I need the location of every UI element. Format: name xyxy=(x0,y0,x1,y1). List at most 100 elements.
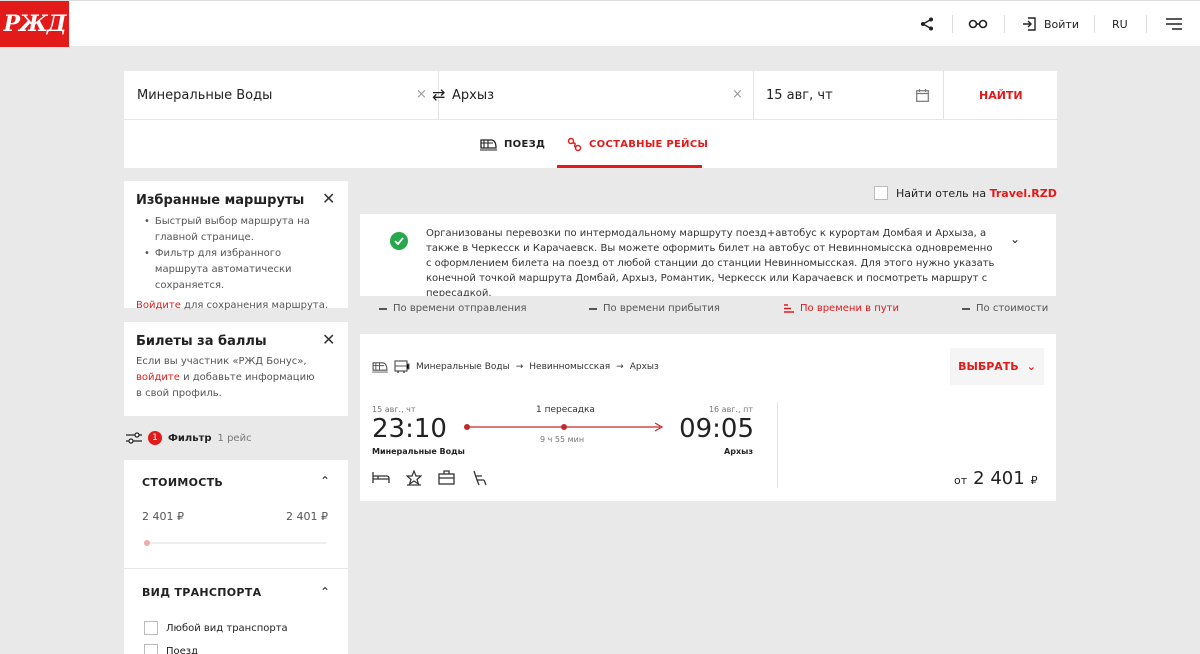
transport-option-train[interactable]: Поезд xyxy=(144,644,198,654)
hotel-label: Найти отель на xyxy=(896,186,990,200)
chevron-up-icon[interactable]: ⌃ xyxy=(320,585,330,599)
dash-icon xyxy=(589,307,597,310)
price-slider-handle[interactable] xyxy=(144,540,150,546)
list-item: • Фильтр для избранного маршрута автомати… xyxy=(144,246,336,294)
points-title: Билеты за баллы xyxy=(136,334,267,349)
currency: ₽ xyxy=(1030,474,1038,487)
calendar-icon[interactable] xyxy=(916,89,929,102)
filter-count: 1 рейс xyxy=(217,432,252,444)
transport-option-label: Любой вид транспорта xyxy=(166,622,288,634)
divider xyxy=(952,15,953,33)
language-label: RU xyxy=(1112,17,1128,31)
dash-icon xyxy=(379,307,387,310)
favorites-bullet: Быстрый выбор маршрута на главной страни… xyxy=(154,216,310,243)
to-field[interactable]: Архыз xyxy=(452,71,494,119)
transport-filter-title: ВИД ТРАНСПОРТА xyxy=(142,586,262,599)
train-icon xyxy=(480,138,497,151)
chevron-up-icon[interactable]: ⌃ xyxy=(320,474,330,488)
favorites-panel: Избранные маршруты ✕ • Быстрый выбор марш… xyxy=(124,181,348,311)
favorites-title: Избранные маршруты xyxy=(136,193,305,208)
favorites-bullet: Фильтр для избранного маршрута автоматич… xyxy=(154,248,292,291)
sort-label: По времени прибытия xyxy=(603,303,720,314)
route-icon xyxy=(567,137,582,151)
sliders-icon xyxy=(126,432,142,444)
route-station: Минеральные Воды xyxy=(416,361,510,372)
chevron-down-icon[interactable]: ⌄ xyxy=(1010,232,1020,246)
transport-filter: ВИД ТРАНСПОРТА ⌃ Любой вид транспорта По… xyxy=(124,569,348,654)
accessibility-button[interactable] xyxy=(968,1,988,47)
arrow-right-icon: → xyxy=(515,361,524,372)
star-icon xyxy=(406,470,422,486)
sort-label: По времени в пути xyxy=(800,303,899,314)
select-button[interactable]: ВЫБРАТЬ ⌄ xyxy=(950,348,1044,385)
transport-option-label: Поезд xyxy=(166,645,199,654)
points-text: и добавьте информацию xyxy=(179,372,315,383)
search-form: Минеральные Воды × ⇄ Архыз × 15 авг, чт … xyxy=(124,71,1057,168)
arrow-right-icon: → xyxy=(616,361,624,372)
route-timeline xyxy=(464,422,664,432)
seat-icon xyxy=(473,470,487,486)
price-max: 2 401 ₽ xyxy=(286,510,328,523)
dash-icon xyxy=(962,307,970,310)
sort-travel-time[interactable]: По времени в пути xyxy=(784,303,899,314)
info-banner: Организованы перевозки по интермодальном… xyxy=(360,214,1056,296)
check-icon xyxy=(390,232,408,250)
glasses-icon xyxy=(968,19,988,29)
price-value: 2 401 xyxy=(973,468,1025,489)
close-icon[interactable]: ✕ xyxy=(322,330,335,349)
login-label: Войти xyxy=(1044,17,1079,31)
checkbox[interactable] xyxy=(144,621,158,635)
price-slider-track[interactable] xyxy=(144,542,326,544)
sort-price[interactable]: По стоимости xyxy=(962,303,1048,314)
tab-train-label: ПОЕЗД xyxy=(504,138,546,150)
active-tab-indicator xyxy=(557,165,702,168)
login-button[interactable]: Войти xyxy=(1022,1,1079,47)
clear-to-icon[interactable]: × xyxy=(732,87,743,102)
divider xyxy=(1094,15,1095,33)
checkbox[interactable] xyxy=(144,644,158,654)
arrival-time: 09:05 xyxy=(679,414,754,444)
hotel-option[interactable]: Найти отель на Travel.RZD xyxy=(874,186,1057,200)
clear-from-icon[interactable]: × xyxy=(416,87,427,102)
sort-departure[interactable]: По времени отправления xyxy=(379,303,527,314)
top-bar: РЖД Войти RU xyxy=(0,0,1200,47)
tab-composite[interactable]: СОСТАВНЫЕ РЕЙСЫ xyxy=(567,120,708,168)
points-panel: Билеты за баллы ✕ Если вы участник «РЖД … xyxy=(124,322,348,416)
from-value: Минеральные Воды xyxy=(137,87,273,103)
tab-train[interactable]: ПОЕЗД xyxy=(480,120,545,168)
share-button[interactable] xyxy=(920,1,934,47)
result-card: Минеральные Воды → Невинномысская → Архы… xyxy=(360,334,1056,501)
departure-time: 23:10 xyxy=(372,414,447,444)
transport-option-any[interactable]: Любой вид транспорта xyxy=(144,621,288,635)
close-icon[interactable]: ✕ xyxy=(322,189,335,208)
swap-icon[interactable]: ⇄ xyxy=(432,85,445,104)
rzd-logo[interactable]: РЖД xyxy=(0,1,69,47)
route-line: Минеральные Воды → Невинномысская → Архы… xyxy=(372,360,659,373)
hamburger-icon xyxy=(1166,18,1182,30)
from-field[interactable]: Минеральные Воды xyxy=(137,71,272,119)
hotel-checkbox[interactable] xyxy=(874,186,888,200)
date-value: 15 авг, чт xyxy=(766,87,833,103)
travel-duration: 9 ч 55 мин xyxy=(540,435,585,444)
points-text: Если вы участник «РЖД Бонус», xyxy=(136,356,307,367)
divider xyxy=(1146,15,1147,33)
find-label: НАЙТИ xyxy=(979,88,1023,102)
divider xyxy=(777,402,778,488)
points-login-link[interactable]: войдите xyxy=(136,372,180,383)
luggage-icon xyxy=(438,470,455,485)
arrival-station: Архыз xyxy=(724,447,753,456)
points-text: в свой профиль. xyxy=(136,388,222,399)
language-selector[interactable]: RU xyxy=(1112,1,1128,47)
travel-rzd-link[interactable]: Travel.RZD xyxy=(990,187,1057,200)
find-button[interactable]: НАЙТИ xyxy=(979,71,1023,119)
price-filter: СТОИМОСТЬ ⌃ 2 401 ₽ 2 401 ₽ xyxy=(124,460,348,568)
date-field[interactable]: 15 авг, чт xyxy=(766,71,833,119)
filter-toggle[interactable]: 1 Фильтр 1 рейс xyxy=(126,430,252,446)
tab-composite-label: СОСТАВНЫЕ РЕЙСЫ xyxy=(589,138,709,150)
transfers-count: 1 пересадка xyxy=(536,405,595,415)
sort-arrival[interactable]: По времени прибытия xyxy=(589,303,720,314)
price-prefix: от xyxy=(954,474,968,487)
departure-station: Минеральные Воды xyxy=(372,447,465,456)
login-link[interactable]: Войдите xyxy=(136,300,181,311)
menu-button[interactable] xyxy=(1166,1,1182,47)
